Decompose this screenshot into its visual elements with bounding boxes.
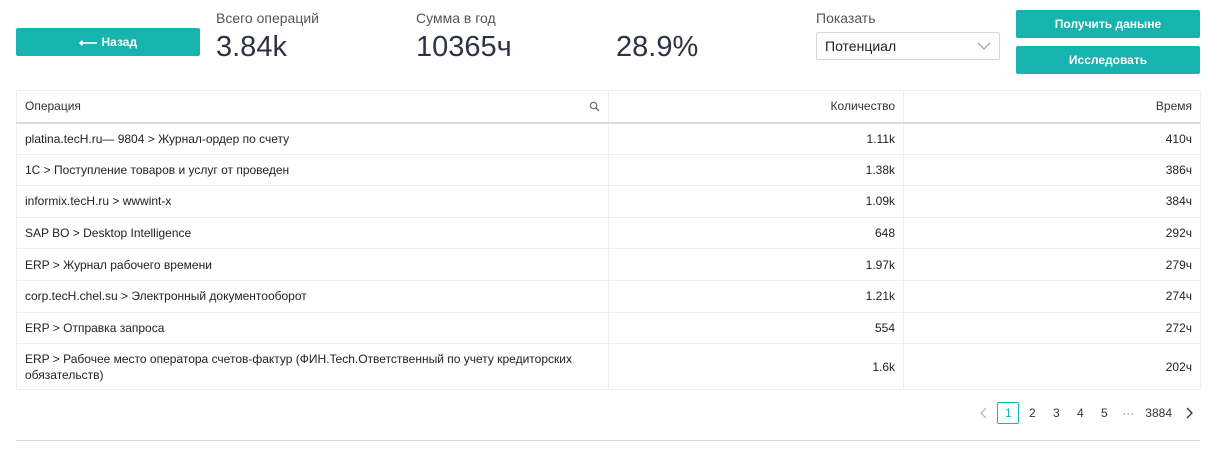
table-row[interactable]: SAP BO > Desktop Intelligence 648 292ч [16, 216, 1201, 250]
quantity-cell: 1.97k [608, 248, 904, 281]
page-button-2[interactable]: 2 [1021, 402, 1043, 424]
search-icon[interactable] [588, 100, 600, 112]
operations-table-container: Операция Количество Время platina.tecH.r… [16, 90, 1201, 391]
get-data-button[interactable]: Получить даныне [1016, 10, 1200, 38]
quantity-cell: 648 [608, 216, 904, 250]
table-row[interactable]: 1С > Поступление товаров и услуг от пров… [16, 153, 1201, 187]
total-operations-stat: Всего операций 3.84k [216, 9, 319, 65]
operation-cell: SAP BO > Desktop Intelligence [16, 216, 609, 250]
year-sum-stat: Сумма в год 10365ч [416, 9, 512, 65]
table-row[interactable]: informix.tecH.ru > wwwint-x 1.09k 384ч [16, 185, 1201, 218]
table-row[interactable]: ERP > Рабочее место оператора счетов-фак… [16, 343, 1201, 391]
quantity-cell: 1.6k [608, 343, 904, 391]
operation-cell: 1С > Поступление товаров и услуг от пров… [16, 153, 609, 187]
chevron-right-icon [1186, 407, 1193, 419]
show-label: Показать [816, 10, 876, 26]
page-ellipsis[interactable]: ··· [1117, 402, 1139, 424]
back-button[interactable]: ⟵ Назад [16, 28, 200, 56]
table-row[interactable]: ERP > Журнал рабочего времени 1.97k 279ч [16, 248, 1201, 281]
research-button[interactable]: Исследовать [1016, 46, 1200, 74]
total-operations-label: Всего операций [216, 10, 319, 26]
time-cell: 272ч [903, 311, 1201, 345]
pagination: 1 2 3 4 5 ··· 3884 [971, 402, 1200, 424]
operation-cell: corp.tecH.chel.su > Электронный документ… [16, 279, 609, 313]
time-cell: 292ч [903, 216, 1201, 250]
page-button-last[interactable]: 3884 [1141, 402, 1176, 424]
time-cell: 202ч [903, 343, 1201, 391]
show-filter: Показать Потенциал [816, 9, 1000, 60]
year-sum-value: 10365ч [416, 31, 512, 63]
time-cell: 384ч [903, 185, 1201, 218]
operation-cell: ERP > Отправка запроса [16, 311, 609, 345]
chevron-down-icon [977, 39, 991, 53]
page-button-1[interactable]: 1 [997, 402, 1020, 424]
operation-cell: platina.tecH.ru— 9804 > Журнал-ордер по … [16, 122, 609, 155]
percent-value: 28.9% [616, 31, 699, 63]
operation-cell: ERP > Рабочее место оператора счетов-фак… [16, 343, 609, 391]
chevron-left-icon [980, 407, 987, 419]
show-select[interactable]: Потенциал [816, 32, 1000, 60]
page-button-4[interactable]: 4 [1069, 402, 1091, 424]
quantity-cell: 1.11k [608, 122, 904, 155]
operations-table: Операция Количество Время platina.tecH.r… [16, 90, 1201, 391]
time-cell: 410ч [903, 122, 1201, 155]
operation-cell: ERP > Журнал рабочего времени [16, 248, 609, 281]
time-cell: 386ч [903, 153, 1201, 187]
bottom-divider [16, 440, 1200, 441]
column-header-operation[interactable]: Операция [16, 90, 609, 124]
operation-cell: informix.tecH.ru > wwwint-x [16, 185, 609, 218]
time-cell: 279ч [903, 248, 1201, 281]
year-sum-label: Сумма в год [416, 10, 496, 26]
arrow-left-icon: ⟵ [78, 34, 98, 50]
page-button-5[interactable]: 5 [1093, 402, 1115, 424]
quantity-cell: 1.38k [608, 153, 904, 187]
table-header-row: Операция Количество Время [16, 90, 1201, 124]
table-row[interactable]: platina.tecH.ru— 9804 > Журнал-ордер по … [16, 122, 1201, 155]
column-header-operation-label: Операция [25, 99, 81, 114]
next-page-button[interactable] [1178, 402, 1200, 424]
table-row[interactable]: corp.tecH.chel.su > Электронный документ… [16, 279, 1201, 313]
column-header-time[interactable]: Время [903, 90, 1201, 124]
prev-page-button[interactable] [973, 402, 995, 424]
time-cell: 274ч [903, 279, 1201, 313]
show-select-value: Потенциал [825, 38, 897, 54]
quantity-cell: 1.09k [608, 185, 904, 218]
table-row[interactable]: ERP > Отправка запроса 554 272ч [16, 311, 1201, 345]
percent-label-spacer [616, 9, 698, 27]
page-button-3[interactable]: 3 [1045, 402, 1067, 424]
back-button-label: Назад [101, 35, 138, 49]
column-header-quantity[interactable]: Количество [608, 90, 904, 124]
quantity-cell: 1.21k [608, 279, 904, 313]
percent-stat: 28.9% [616, 9, 698, 65]
total-operations-value: 3.84k [216, 31, 287, 63]
quantity-cell: 554 [608, 311, 904, 345]
